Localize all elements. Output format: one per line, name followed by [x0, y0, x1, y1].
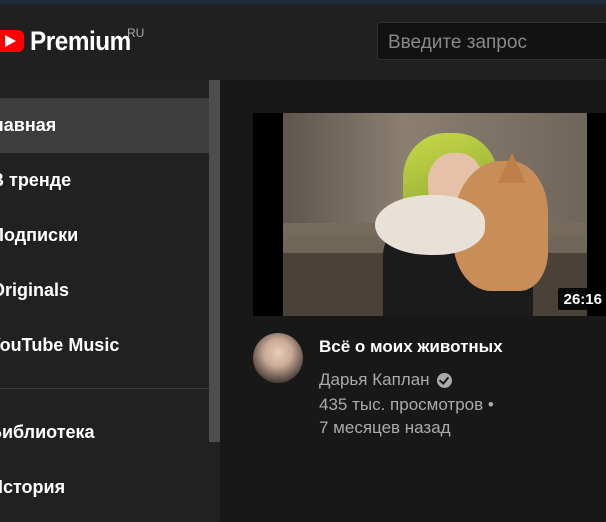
channel-avatar[interactable] — [253, 333, 303, 383]
sidebar-item-label: YouTube Music — [0, 335, 120, 355]
sidebar: Главная В тренде Подписки Originals YouT… — [0, 80, 220, 522]
channel-name[interactable]: Дарья Каплан — [319, 370, 430, 390]
sidebar-item-label: В тренде — [0, 170, 72, 190]
window-edge — [0, 0, 606, 4]
youtube-play-icon — [0, 30, 24, 52]
sidebar-item-library[interactable]: Библиотека — [0, 405, 209, 460]
video-duration-badge: 26:16 — [557, 288, 606, 310]
view-count: 435 тыс. просмотров • — [319, 395, 494, 414]
search-input[interactable]: Введите запрос — [377, 22, 606, 60]
masthead: Premium RU Введите запрос — [0, 0, 606, 80]
sidebar-item-home[interactable]: Главная — [0, 98, 209, 153]
sidebar-item-label: История — [0, 477, 66, 497]
thumbnail-image — [283, 113, 587, 316]
video-title[interactable]: Всё о моих животных — [319, 337, 503, 357]
sidebar-item-label: Библиотека — [0, 422, 95, 442]
upload-age: 7 месяцев назад — [319, 418, 451, 437]
sidebar-item-trending[interactable]: В тренде — [0, 153, 209, 208]
sidebar-item-label: Originals — [0, 280, 70, 300]
sidebar-item-youtube-music[interactable]: YouTube Music — [0, 318, 209, 373]
verified-check-icon — [436, 372, 452, 388]
video-thumbnail[interactable]: 26:16 — [253, 113, 606, 316]
sidebar-scrollbar[interactable] — [209, 80, 220, 442]
youtube-premium-logo[interactable]: Premium — [0, 26, 142, 56]
cat — [375, 195, 485, 255]
sidebar-item-subscriptions[interactable]: Подписки — [0, 208, 209, 263]
sidebar-item-label: Главная — [0, 115, 57, 135]
logo-text: Premium — [30, 25, 131, 56]
corgi-ear — [498, 153, 526, 183]
region-code: RU — [127, 26, 145, 40]
sidebar-item-history[interactable]: История — [0, 460, 209, 515]
sidebar-item-label: Подписки — [0, 225, 79, 245]
sidebar-divider — [0, 388, 209, 389]
sidebar-item-originals[interactable]: Originals — [0, 263, 209, 318]
search-placeholder: Введите запрос — [388, 32, 527, 53]
channel-name-row[interactable]: Дарья Каплан — [319, 370, 452, 390]
